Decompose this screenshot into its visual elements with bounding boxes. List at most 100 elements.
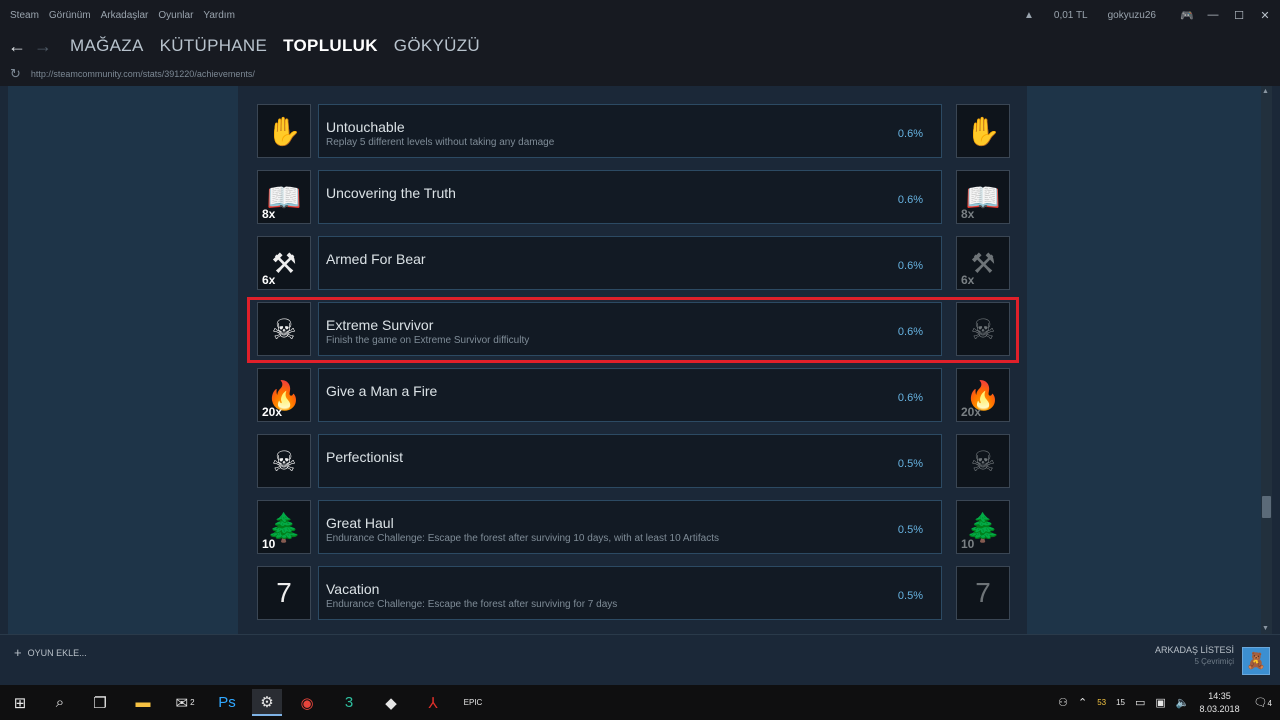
clock-time: 14:35 xyxy=(1208,690,1231,701)
network-icon[interactable]: ▣ xyxy=(1155,696,1165,709)
action-center-icon[interactable]: 🗨4 xyxy=(1254,696,1272,709)
scroll-thumb[interactable] xyxy=(1262,496,1271,518)
windows-start-icon[interactable]: ⊞ xyxy=(5,689,35,716)
nav-library[interactable]: KÜTÜPHANE xyxy=(160,36,268,56)
achievement-name: Uncovering the Truth xyxy=(326,185,456,201)
chrome-icon[interactable]: ◉ xyxy=(292,689,322,716)
task-view-icon[interactable]: ❐ xyxy=(85,689,115,716)
maximize-button[interactable]: ☐ xyxy=(1228,4,1250,26)
unity-icon[interactable]: ◆ xyxy=(376,689,406,716)
url-text[interactable]: http://steamcommunity.com/stats/391220/a… xyxy=(31,69,255,79)
achievement-row: ☠ Perfectionist 0.5% ☠ xyxy=(249,432,1011,488)
achievement-percent: 0.6% xyxy=(897,128,923,140)
achievement-body: Perfectionist 0.5% xyxy=(318,434,942,488)
wallet-balance[interactable]: 0,01 TL xyxy=(1054,10,1088,21)
achievement-body: Great Haul Endurance Challenge: Escape th… xyxy=(318,500,942,554)
nav-profile[interactable]: GÖKYÜZÜ xyxy=(394,36,480,56)
steam-icon[interactable]: ⚙ xyxy=(252,689,282,716)
achievement-name: Armed For Bear xyxy=(326,251,426,267)
notif-count: 4 xyxy=(1267,699,1272,708)
nav-bar: ← → MAĞAZA KÜTÜPHANE TOPLULUK GÖKYÜZÜ xyxy=(0,30,1280,62)
notification-icon[interactable]: ▲ xyxy=(1024,10,1034,21)
search-icon[interactable]: ⌕ xyxy=(45,689,75,716)
friends-list-button[interactable]: ARKADAŞ LİSTESİ 5 Çevrimiçi xyxy=(1155,645,1234,666)
tray-up-icon[interactable]: ⌃ xyxy=(1078,696,1087,709)
achievement-body: Vacation Endurance Challenge: Escape the … xyxy=(318,566,942,620)
icon-count: 10 xyxy=(262,537,276,551)
achievement-row: 7 Vacation Endurance Challenge: Escape the… xyxy=(249,564,1011,620)
left-panel xyxy=(8,86,238,634)
refresh-icon[interactable]: ↻ xyxy=(10,66,21,82)
battery-icon[interactable]: ▭ xyxy=(1135,696,1145,709)
icon-count: 6x xyxy=(961,273,975,287)
skull-crossbones-icon-glyph: ☠ xyxy=(271,445,297,477)
add-game-label: OYUN EKLE... xyxy=(27,647,87,658)
menu-view[interactable]: Görünüm xyxy=(49,10,91,21)
volume-icon[interactable]: 🔈 xyxy=(1176,696,1190,709)
vacation-icon: 7 xyxy=(956,566,1010,620)
taskbar: ⊞ ⌕ ❐ ▬ ✉ 2 Ps ⚙ ◉ 3 ◆ ⅄ EPIC ⚇ ⌃ 53 15 ▭… xyxy=(0,685,1280,720)
achievement-name: Perfectionist xyxy=(326,449,404,465)
achievement-body: Untouchable Replay 5 different levels wit… xyxy=(318,104,942,158)
achievement-name: Great Haul xyxy=(326,515,394,531)
back-arrow-icon[interactable]: ← xyxy=(6,36,28,57)
avatar[interactable]: 🧸 xyxy=(1242,647,1270,675)
achievement-row: 🔥 20x Give a Man a Fire 0.6% 🔥 20x xyxy=(249,366,1011,422)
add-game-button[interactable]: + OYUN EKLE... xyxy=(14,645,87,660)
icon-count: 6x xyxy=(262,273,276,287)
forward-arrow-icon[interactable]: → xyxy=(32,36,54,57)
skull-crossbones-icon: ☠ xyxy=(956,434,1010,488)
minimize-button[interactable]: — xyxy=(1202,4,1224,26)
skull-crossbones-icon: ☠ xyxy=(257,434,311,488)
scroll-down-icon[interactable]: ▼ xyxy=(1262,625,1269,632)
people-icon[interactable]: ⚇ xyxy=(1058,696,1068,709)
epic-games-icon[interactable]: EPIC xyxy=(458,689,488,716)
vacation-icon-glyph: 7 xyxy=(975,577,991,608)
tray-badge-1[interactable]: 53 xyxy=(1097,698,1106,707)
clock-date: 8.03.2018 xyxy=(1199,703,1240,714)
menu-right: ▲ 0,01 TL gokyuzu26 🎮 — ☐ ✕ xyxy=(1024,0,1280,30)
clock[interactable]: 14:35 8.03.2018 xyxy=(1200,690,1240,716)
achievement-percent: 0.6% xyxy=(897,194,923,206)
achievement-percent: 0.6% xyxy=(897,392,923,404)
icon-count: 10 xyxy=(961,537,975,551)
bottom-bar: + OYUN EKLE... ARKADAŞ LİSTESİ 5 Çevrimi… xyxy=(0,634,1280,685)
acrobat-icon[interactable]: ⅄ xyxy=(418,689,448,716)
photoshop-icon[interactable]: Ps xyxy=(212,689,242,716)
achievement-desc: Endurance Challenge: Escape the forest a… xyxy=(326,533,719,544)
menu-friends[interactable]: Arkadaşlar xyxy=(101,10,149,21)
achievement-row: ⚒ 6x Armed For Bear 0.6% ⚒ 6x xyxy=(249,234,1011,290)
icon-count: 8x xyxy=(961,207,975,221)
icon-count: 8x xyxy=(262,207,276,221)
icon-count: 20x xyxy=(961,405,982,419)
achievement-percent: 0.5% xyxy=(897,590,923,602)
username[interactable]: gokyuzu26 xyxy=(1108,10,1156,21)
achievement-percent: 0.5% xyxy=(897,524,923,536)
fire-man-icon: 🔥 20x xyxy=(956,368,1010,422)
menu-steam[interactable]: Steam xyxy=(10,10,39,21)
hand-icon: ✋ xyxy=(956,104,1010,158)
friends-online: 5 Çevrimiçi xyxy=(1194,657,1234,666)
steam-window: Steam Görünüm Arkadaşlar Oyunlar Yardım … xyxy=(0,0,1280,685)
axe-icon: ⚒ 6x xyxy=(956,236,1010,290)
system-tray: ⚇ ⌃ 53 15 ▭ ▣ 🔈 14:35 8.03.2018 🗨4 xyxy=(1058,685,1280,720)
menu-help[interactable]: Yardım xyxy=(203,10,235,21)
achievement-name: Untouchable xyxy=(326,119,405,135)
scroll-up-icon[interactable]: ▲ xyxy=(1262,88,1269,95)
menu-games[interactable]: Oyunlar xyxy=(158,10,193,21)
tray-badge-2[interactable]: 15 xyxy=(1116,698,1125,707)
scrollbar[interactable]: ▲ ▼ xyxy=(1261,86,1272,634)
app-3-icon[interactable]: 3 xyxy=(334,689,364,716)
nav-store[interactable]: MAĞAZA xyxy=(70,36,144,56)
achievement-body: Give a Man a Fire 0.6% xyxy=(318,368,942,422)
achievement-body: Armed For Bear 0.6% xyxy=(318,236,942,290)
mail-icon[interactable]: ✉ 2 xyxy=(170,689,200,716)
book-icon: 📖 8x xyxy=(257,170,311,224)
close-button[interactable]: ✕ xyxy=(1254,4,1276,26)
file-explorer-icon[interactable]: ▬ xyxy=(128,689,158,716)
big-picture-icon[interactable]: 🎮 xyxy=(1176,4,1198,26)
icon-count: 20x xyxy=(262,405,283,419)
achievement-row: ✋ Untouchable Replay 5 different levels wi… xyxy=(249,102,1011,158)
nav-community[interactable]: TOPLULUK xyxy=(283,36,378,56)
achievement-row: 🌲 10 Great Haul Endurance Challenge: Escape… xyxy=(249,498,1011,554)
